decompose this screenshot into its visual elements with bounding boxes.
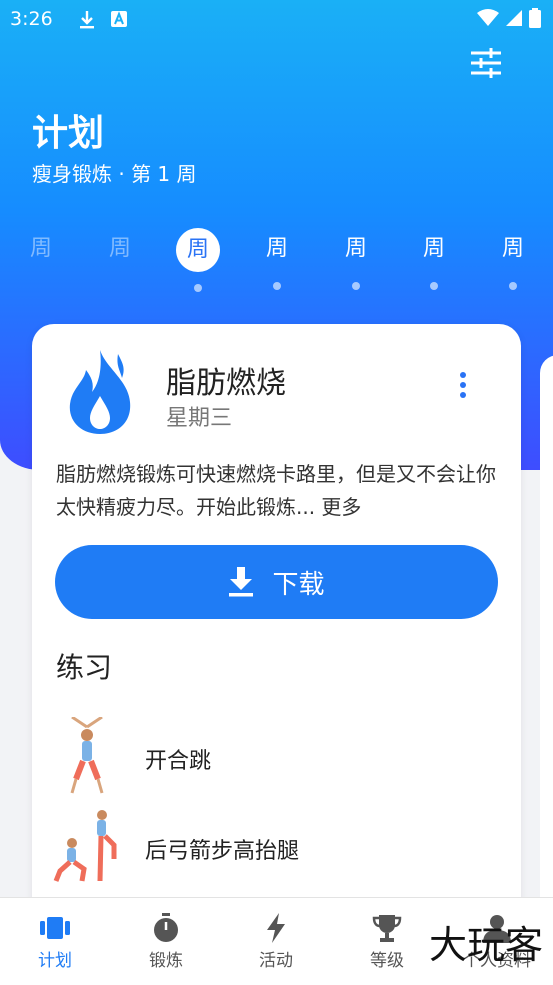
nav-label: 活动 (259, 951, 293, 971)
workout-description[interactable]: 脂肪燃烧锻炼可快速燃烧卡路里，但是又不会让你太快精疲力尽。开始此锻炼... 更多 (56, 458, 506, 524)
week-tab-7[interactable]: 周 (490, 228, 536, 290)
status-time: 3:26 (10, 8, 53, 30)
signal-icon (506, 10, 522, 26)
more-options-icon[interactable] (457, 372, 469, 400)
exercises-heading: 练习 (56, 651, 113, 684)
app-notification-icon (111, 11, 127, 27)
status-bar: 3:26 (10, 8, 541, 32)
stopwatch-icon (154, 913, 178, 942)
week-tab-6[interactable]: 周 (411, 228, 457, 290)
exercise-name: 后弓箭步高抬腿 (145, 839, 300, 864)
week-dot (194, 284, 202, 292)
nav-label: 锻炼 (149, 951, 183, 971)
wifi-icon (477, 9, 499, 26)
download-button[interactable]: 下载 (55, 545, 498, 619)
nav-activity[interactable]: 活动 (221, 910, 331, 971)
download-label: 下载 (272, 569, 325, 600)
week-selector: 周 周 周 周 周 周 周 (18, 228, 548, 298)
trophy-icon (372, 915, 402, 942)
week-tab-2[interactable]: 周 (97, 228, 143, 270)
plan-subtitle: 瘦身锻炼 · 第 1 周 (32, 162, 197, 186)
filter-settings-icon[interactable] (469, 48, 503, 78)
week-tab-4[interactable]: 周 (254, 228, 300, 290)
battery-icon (529, 8, 541, 28)
exercise-name: 开合跳 (145, 749, 212, 774)
week-dot (273, 282, 281, 290)
workout-title: 脂肪燃烧 (166, 366, 286, 401)
workout-card: 脂肪燃烧 星期三 脂肪燃烧锻炼可快速燃烧卡路里，但是又不会让你太快精疲力尽。开始… (32, 324, 521, 964)
week-tab-3[interactable]: 周 (175, 228, 221, 292)
exercise-item[interactable]: 开合跳 (52, 717, 502, 797)
jumping-jack-figure-icon (70, 717, 104, 794)
workout-day: 星期三 (166, 406, 233, 431)
week-tab-5[interactable]: 周 (333, 228, 379, 290)
flame-icon (69, 350, 131, 434)
nav-level[interactable]: 等级 (332, 910, 442, 971)
week-dot (430, 282, 438, 290)
nav-label: 计划 (38, 951, 72, 971)
exercise-item[interactable]: 后弓箭步高抬腿 (52, 807, 502, 887)
week-dot (352, 282, 360, 290)
download-status-icon (80, 11, 94, 29)
nav-label: 等级 (370, 951, 404, 971)
nav-workouts[interactable]: 锻炼 (111, 910, 221, 971)
download-icon (229, 567, 254, 597)
page-title: 计划 (32, 113, 105, 154)
next-workout-card[interactable] (540, 355, 553, 955)
lightning-icon (267, 913, 285, 943)
plan-icon (40, 917, 70, 939)
lunge-knee-figure-icon (53, 810, 117, 882)
week-tab-1[interactable]: 周 (18, 228, 64, 270)
watermark-logo: 大玩客 (428, 923, 543, 967)
nav-plan[interactable]: 计划 (0, 910, 110, 971)
week-dot (509, 282, 517, 290)
